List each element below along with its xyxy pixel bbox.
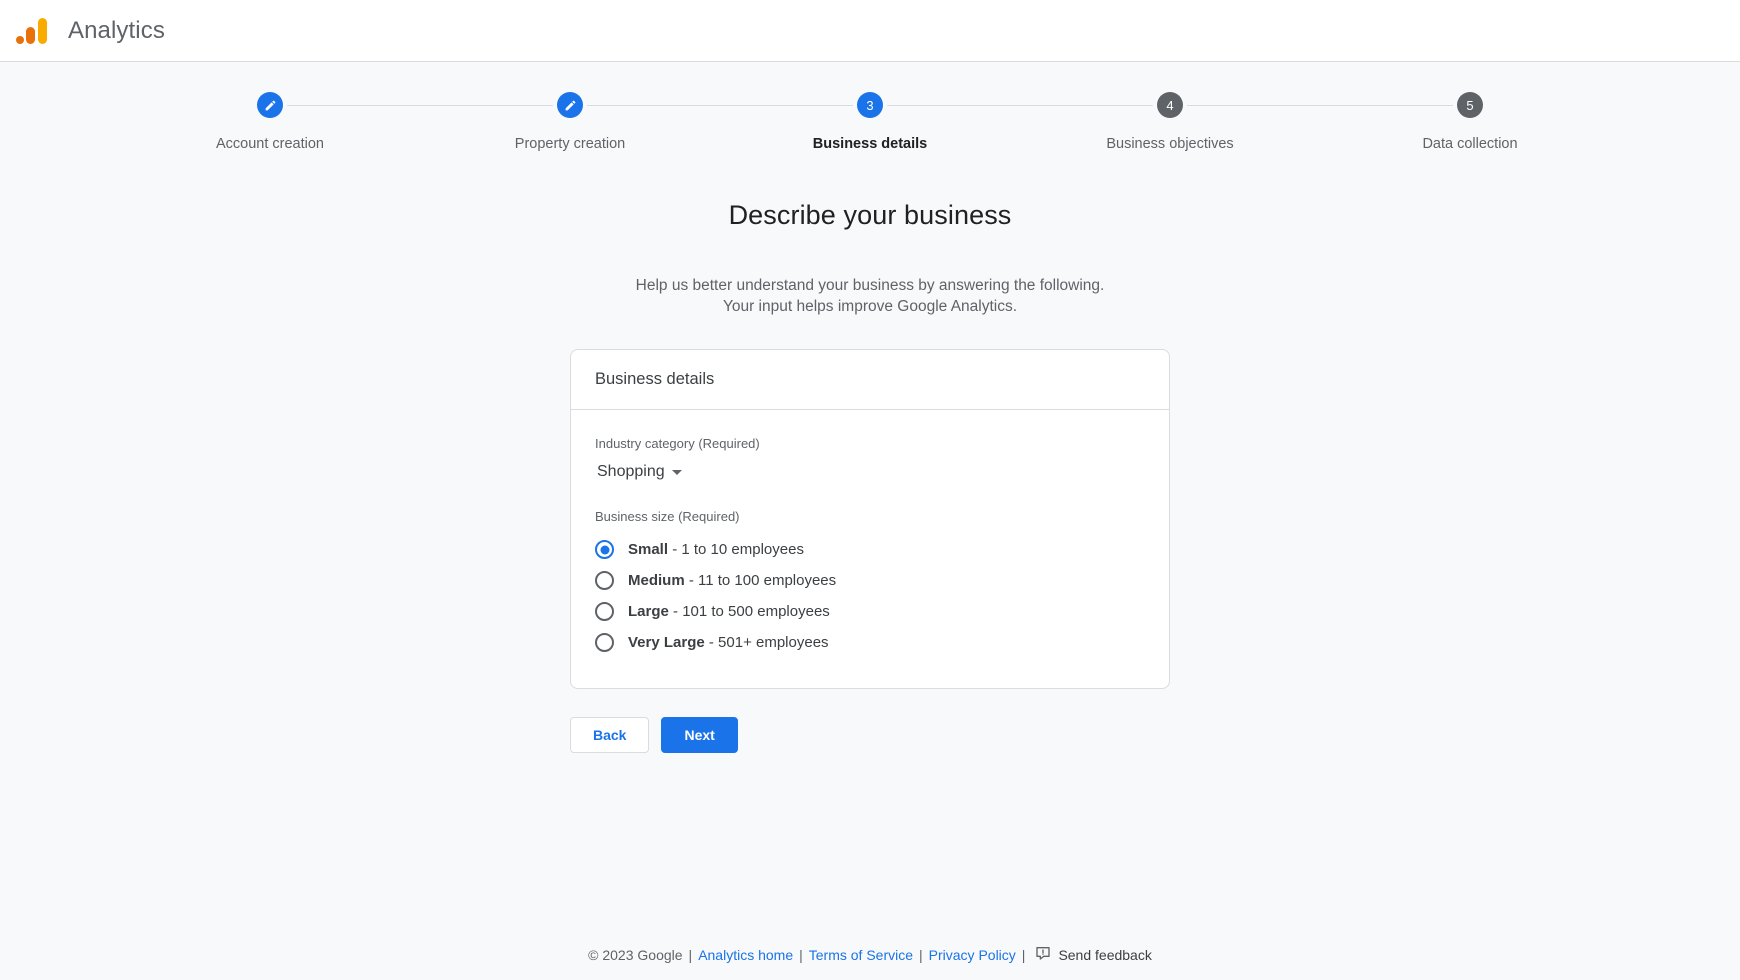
- radio-option-large[interactable]: Large - 101 to 500 employees: [595, 596, 1145, 627]
- page-subtitle-line1: Help us better understand your business …: [635, 277, 1105, 295]
- radio-desc-very-large: - 501+ employees: [704, 634, 829, 652]
- step-label-3: Business details: [812, 136, 928, 152]
- step-number-5: 5: [1466, 97, 1474, 113]
- radio-name-medium: Medium: [628, 572, 685, 590]
- card-body: Industry category (Required) Shopping Bu…: [571, 410, 1169, 688]
- stepper-step-property-creation[interactable]: Property creation: [420, 92, 720, 152]
- business-size-label: Business size (Required): [595, 509, 740, 525]
- step-connector-left: [1020, 105, 1153, 106]
- radio-button-small[interactable]: [595, 540, 614, 560]
- stepper-step-account-creation[interactable]: Account creation: [120, 92, 420, 152]
- send-feedback-button[interactable]: Send feedback: [1035, 945, 1152, 964]
- radio-label-small: Small - 1 to 10 employees: [628, 541, 804, 558]
- step-label-5: Data collection: [1422, 136, 1518, 152]
- step-connector-right: [287, 105, 420, 106]
- logo-dot: [16, 35, 24, 44]
- page-title: Describe your business: [728, 200, 1012, 230]
- page-subtitle: Help us better understand your business …: [636, 275, 1105, 317]
- radio-desc-large: - 101 to 500 employees: [668, 603, 830, 621]
- stepper-step-data-collection[interactable]: 5 Data collection: [1320, 92, 1620, 152]
- feedback-icon: [1035, 945, 1051, 964]
- pencil-icon: [264, 99, 277, 112]
- page-subtitle-line2: Your input helps improve Google Analytic…: [722, 298, 1018, 316]
- step-label-4: Business objectives: [1106, 136, 1234, 152]
- step-circle-row: 5: [1320, 92, 1620, 118]
- step-number-4: 4: [1166, 97, 1174, 113]
- pencil-icon: [564, 99, 577, 112]
- radio-option-small[interactable]: Small - 1 to 10 employees: [595, 534, 1145, 565]
- radio-button-very-large[interactable]: [595, 633, 614, 653]
- copyright-text: © 2023 Google: [588, 946, 683, 963]
- google-analytics-logo: [14, 13, 50, 49]
- progress-stepper: Account creation Property creation 3 Bus…: [120, 62, 1620, 152]
- footer-separator-3: |: [919, 946, 923, 963]
- radio-option-very-large[interactable]: Very Large - 501+ employees: [595, 627, 1145, 658]
- radio-desc-small: - 1 to 10 employees: [668, 541, 804, 559]
- industry-category-value: Shopping: [597, 463, 665, 481]
- footer-separator-4: |: [1021, 946, 1026, 963]
- radio-label-medium: Medium - 11 to 100 employees: [628, 572, 836, 589]
- industry-category-label: Industry category (Required): [595, 436, 760, 452]
- terms-of-service-link[interactable]: Terms of Service: [809, 947, 913, 963]
- step-indicator-3[interactable]: 3: [857, 92, 883, 118]
- step-indicator-4[interactable]: 4: [1157, 92, 1183, 118]
- step-connector-right: [1187, 105, 1320, 106]
- step-connector-right: [587, 105, 720, 106]
- step-connector-left: [420, 105, 553, 106]
- stepper-step-business-objectives[interactable]: 4 Business objectives: [1020, 92, 1320, 152]
- radio-button-medium[interactable]: [595, 571, 614, 591]
- logo-bar-mid: [26, 26, 35, 44]
- industry-category-select[interactable]: Shopping: [595, 461, 684, 483]
- step-connector-left: [1320, 105, 1453, 106]
- step-number-3: 3: [866, 97, 874, 113]
- radio-option-medium[interactable]: Medium - 11 to 100 employees: [595, 565, 1145, 596]
- step-connector-left: [720, 105, 853, 106]
- next-button[interactable]: Next: [661, 717, 738, 754]
- business-details-card: Business details Industry category (Requ…: [570, 349, 1170, 690]
- radio-name-small: Small: [628, 541, 669, 559]
- main-content: Describe your business Help us better un…: [0, 152, 1740, 754]
- app-title: Analytics: [68, 16, 165, 44]
- card-header-title: Business details: [571, 350, 1169, 411]
- send-feedback-label: Send feedback: [1058, 946, 1152, 963]
- analytics-home-link[interactable]: Analytics home: [698, 947, 793, 963]
- back-button[interactable]: Back: [570, 717, 650, 754]
- privacy-policy-link[interactable]: Privacy Policy: [929, 947, 1016, 963]
- radio-label-large: Large - 101 to 500 employees: [628, 603, 830, 620]
- radio-desc-medium: - 11 to 100 employees: [684, 572, 837, 590]
- logo-bar-tall: [38, 17, 47, 44]
- step-circle-row: [120, 92, 420, 118]
- step-label-1: Account creation: [215, 136, 324, 152]
- step-indicator-5[interactable]: 5: [1457, 92, 1483, 118]
- step-circle-row: 3: [720, 92, 1020, 118]
- step-circle-row: 4: [1020, 92, 1320, 118]
- radio-name-large: Large: [628, 603, 669, 621]
- chevron-down-icon: [671, 469, 682, 475]
- step-connector-right: [887, 105, 1020, 106]
- app-header: Analytics: [0, 0, 1740, 62]
- step-label-2: Property creation: [514, 136, 626, 152]
- step-circle-row: [420, 92, 720, 118]
- radio-button-large[interactable]: [595, 602, 614, 622]
- footer-separator-1: |: [688, 946, 693, 963]
- form-actions: Back Next: [570, 717, 1170, 754]
- radio-name-very-large: Very Large: [628, 634, 705, 652]
- footer-separator-2: |: [799, 946, 803, 963]
- page-footer: © 2023 Google | Analytics home | Terms o…: [0, 945, 1740, 964]
- step-indicator-2[interactable]: [557, 92, 583, 118]
- stepper-step-business-details[interactable]: 3 Business details: [720, 92, 1020, 152]
- business-size-group: Business size (Required) Small - 1 to 10…: [595, 509, 1145, 658]
- radio-label-very-large: Very Large - 501+ employees: [628, 634, 829, 651]
- step-indicator-1[interactable]: [257, 92, 283, 118]
